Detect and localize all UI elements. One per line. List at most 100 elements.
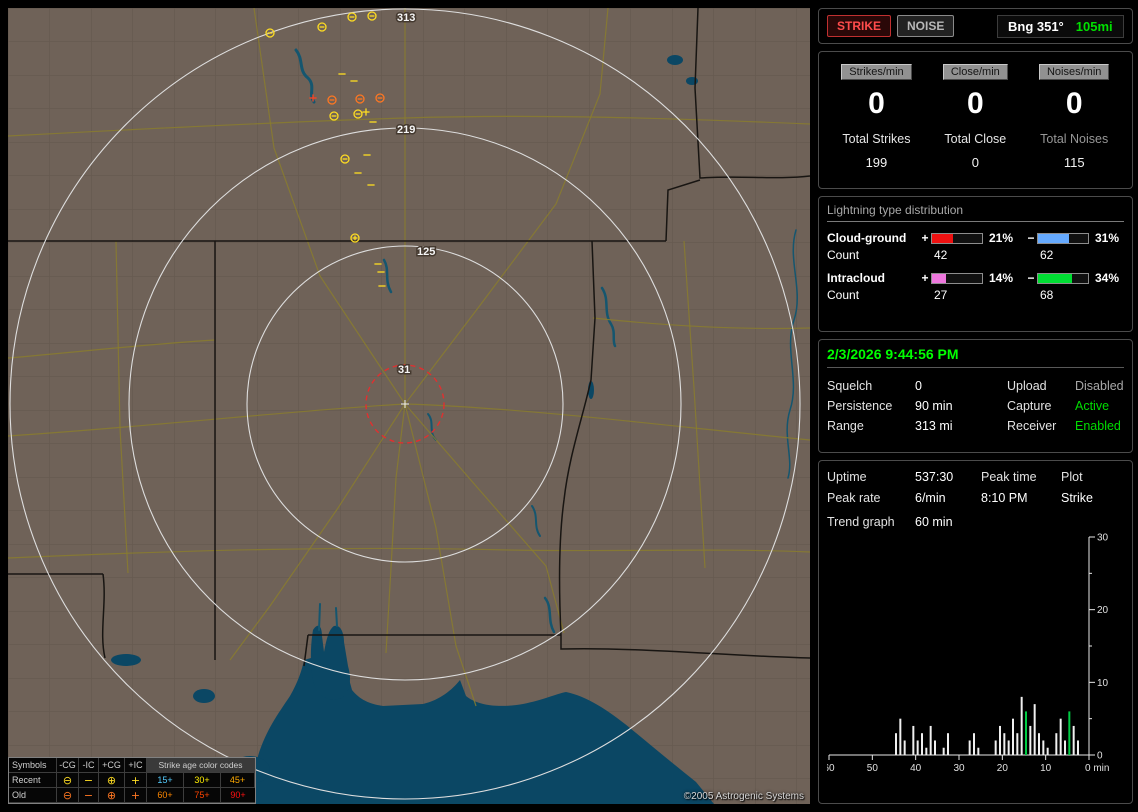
ic-negative-count: 68 — [1037, 288, 1089, 302]
total-noises-value: 115 — [1025, 155, 1124, 170]
trend-graph-label: Trend graph — [827, 515, 915, 529]
status-row: Persistence 90 min Capture Active — [827, 396, 1124, 416]
peak-rate-value: 6/min — [915, 488, 981, 509]
peak-time-value: 8:10 PM — [981, 488, 1061, 509]
side-panel: STRIKE NOISE Bng 351° 105mi Strikes/min … — [818, 8, 1133, 804]
uptime-label: Uptime — [827, 467, 915, 488]
legend-col-pos-ic: +IC — [125, 758, 147, 773]
intracloud-count-row: Count 27 68 — [827, 288, 1124, 302]
pos-cg-recent-icon: ⊕ — [99, 773, 125, 788]
persistence-label: Persistence — [827, 396, 915, 416]
minus-sign: − — [1025, 271, 1037, 285]
bearing-readout: Bng 351° 105mi — [997, 15, 1124, 38]
plus-sign: + — [919, 231, 931, 245]
squelch-value: 0 — [915, 376, 1007, 396]
bearing-value: Bng 351° — [1008, 19, 1064, 34]
total-strikes-label: Total Strikes — [827, 132, 926, 146]
cloud-ground-label: Cloud-ground — [827, 231, 919, 245]
strikes-per-min-chip[interactable]: Strikes/min — [841, 64, 911, 80]
intracloud-label: Intracloud — [827, 271, 919, 285]
total-close-label: Total Close — [926, 132, 1025, 146]
noise-button[interactable]: NOISE — [897, 15, 954, 37]
legend-recent-label: Recent — [9, 773, 57, 788]
toolbar-panel: STRIKE NOISE Bng 351° 105mi — [818, 8, 1133, 44]
close-meter: Close/min 0 Total Close 0 — [926, 62, 1025, 182]
neg-ic-old-icon: − — [79, 788, 99, 803]
svg-text:30: 30 — [1097, 533, 1109, 544]
noises-per-min-value: 0 — [1025, 87, 1124, 121]
close-per-min-value: 0 — [926, 87, 1025, 121]
age-45: 45+ — [221, 773, 255, 788]
age-60: 60+ — [147, 788, 184, 803]
ic-positive-count: 27 — [931, 288, 983, 302]
age-90: 90+ — [221, 788, 255, 803]
legend-col-neg-ic: -IC — [79, 758, 99, 773]
ic-positive-pct: 14% — [983, 271, 1025, 285]
neg-ic-recent-icon: − — [79, 773, 99, 788]
upload-value: Disabled — [1075, 376, 1124, 396]
svg-text:50: 50 — [867, 763, 879, 774]
trend-graph-value: 60 min — [915, 515, 1124, 529]
datetime-display: 2/3/2026 9:44:56 PM — [827, 346, 1124, 368]
ic-positive-bar — [931, 273, 983, 284]
map-svg: 313 219 125 31 — [8, 8, 810, 804]
count-label: Count — [827, 288, 919, 302]
total-strikes-value: 199 — [827, 155, 926, 170]
pos-ic-recent-icon: + — [125, 773, 147, 788]
legend-col-pos-cg: +CG — [99, 758, 125, 773]
cg-positive-pct: 21% — [983, 231, 1025, 245]
svg-text:0 min: 0 min — [1085, 763, 1109, 774]
legend-age-title: Strike age color codes — [147, 758, 255, 773]
lightning-map[interactable]: 313 219 125 31 Symbols -CG -IC +CG +IC S… — [8, 8, 810, 804]
cg-positive-bar — [931, 233, 983, 244]
receiver-value: Enabled — [1075, 416, 1124, 436]
meters-panel: Strikes/min 0 Total Strikes 199 Close/mi… — [818, 51, 1133, 189]
minus-sign: − — [1025, 231, 1037, 245]
trend-chart: 30201006050403020100 min — [827, 531, 1121, 783]
age-75: 75+ — [184, 788, 221, 803]
total-close-value: 0 — [926, 155, 1025, 170]
strikes-per-min-value: 0 — [827, 87, 926, 121]
svg-text:40: 40 — [910, 763, 922, 774]
ic-negative-bar — [1037, 273, 1089, 284]
squelch-label: Squelch — [827, 376, 915, 396]
peak-time-label: Peak time — [981, 467, 1061, 488]
svg-text:0: 0 — [1097, 751, 1103, 762]
peak-rate-label: Peak rate — [827, 488, 915, 509]
strike-button[interactable]: STRIKE — [827, 15, 891, 37]
age-15: 15+ — [147, 773, 184, 788]
cloud-ground-row: Cloud-ground + 21% − 31% — [827, 231, 1124, 245]
noises-meter: Noises/min 0 Total Noises 115 — [1025, 62, 1124, 182]
pos-cg-old-icon: ⊕ — [99, 788, 125, 803]
age-30: 30+ — [184, 773, 221, 788]
distribution-panel: Lightning type distribution Cloud-ground… — [818, 196, 1133, 332]
uptime-value: 537:30 — [915, 467, 981, 488]
status-row: Range 313 mi Receiver Enabled — [827, 416, 1124, 436]
legend-old-label: Old — [9, 788, 57, 803]
capture-value: Active — [1075, 396, 1124, 416]
ring-label-219: 219 — [397, 124, 415, 136]
plus-sign: + — [919, 271, 931, 285]
range-value: 313 mi — [915, 416, 1007, 436]
ring-label-313: 313 — [397, 12, 415, 24]
close-per-min-chip[interactable]: Close/min — [943, 64, 1008, 80]
strikes-meter: Strikes/min 0 Total Strikes 199 — [827, 62, 926, 182]
session-panel: Uptime 537:30 Peak time Plot Peak rate 6… — [818, 460, 1133, 804]
upload-label: Upload — [1007, 376, 1075, 396]
svg-text:20: 20 — [1097, 605, 1109, 616]
status-panel: 2/3/2026 9:44:56 PM Squelch 0 Upload Dis… — [818, 339, 1133, 453]
copyright-text: ©2005 Astrogenic Systems — [684, 791, 804, 802]
neg-cg-old-icon: ⊖ — [57, 788, 79, 803]
persistence-value: 90 min — [915, 396, 1007, 416]
legend-col-neg-cg: -CG — [57, 758, 79, 773]
svg-text:60: 60 — [827, 763, 835, 774]
neg-cg-recent-icon: ⊖ — [57, 773, 79, 788]
cursor-range-value: 105mi — [1076, 19, 1113, 34]
noises-per-min-chip[interactable]: Noises/min — [1039, 64, 1109, 80]
count-label: Count — [827, 248, 919, 262]
svg-text:10: 10 — [1097, 678, 1109, 689]
range-label: Range — [827, 416, 915, 436]
total-noises-label: Total Noises — [1025, 132, 1124, 146]
cg-negative-pct: 31% — [1089, 231, 1124, 245]
plot-value: Strike — [1061, 488, 1124, 509]
